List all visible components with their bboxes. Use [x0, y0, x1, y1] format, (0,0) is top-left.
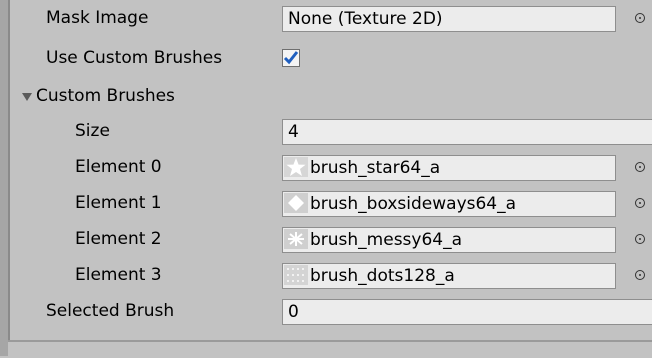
- element-3-picker-icon[interactable]: [635, 270, 645, 280]
- element-2-value: brush_messy64_a: [310, 230, 463, 250]
- element-2-label: Element 2: [75, 229, 162, 249]
- element-2-picker-icon[interactable]: [635, 234, 645, 244]
- checkmark-icon: [283, 51, 299, 65]
- element-2-row: Element 2 brush_messy64_a: [0, 225, 652, 255]
- element-1-picker-icon[interactable]: [635, 198, 645, 208]
- mask-image-label: Mask Image: [46, 8, 149, 28]
- element-2-field[interactable]: brush_messy64_a: [282, 227, 616, 253]
- custom-brushes-label: Custom Brushes: [36, 86, 175, 106]
- element-0-value: brush_star64_a: [310, 158, 441, 178]
- element-0-picker-icon[interactable]: [635, 162, 645, 172]
- size-row: Size 4: [0, 117, 652, 147]
- selected-brush-field[interactable]: 0: [282, 299, 652, 325]
- custom-brushes-foldout[interactable]: Custom Brushes: [0, 82, 652, 112]
- element-1-field[interactable]: brush_boxsideways64_a: [282, 191, 616, 217]
- element-3-field[interactable]: brush_dots128_a: [282, 263, 616, 289]
- element-3-label: Element 3: [75, 265, 162, 285]
- mask-image-picker-icon[interactable]: [635, 13, 645, 23]
- element-1-value: brush_boxsideways64_a: [310, 194, 517, 214]
- foldout-arrow-icon[interactable]: [22, 93, 32, 101]
- element-0-label: Element 0: [75, 157, 162, 177]
- size-label: Size: [75, 121, 110, 141]
- element-3-value: brush_dots128_a: [310, 266, 455, 286]
- element-1-row: Element 1 brush_boxsideways64_a: [0, 189, 652, 219]
- dots-thumbnail-icon: [284, 265, 308, 285]
- mask-image-field[interactable]: None (Texture 2D): [282, 6, 616, 32]
- use-custom-brushes-label: Use Custom Brushes: [46, 48, 223, 68]
- selected-brush-row: Selected Brush 0: [0, 297, 652, 327]
- size-field[interactable]: 4: [282, 119, 652, 145]
- selected-brush-label: Selected Brush: [46, 301, 175, 321]
- element-0-field[interactable]: brush_star64_a: [282, 155, 616, 181]
- element-1-label: Element 1: [75, 193, 162, 213]
- element-0-row: Element 0 brush_star64_a: [0, 153, 652, 183]
- inspector-bottom-bar: [8, 340, 652, 358]
- element-3-row: Element 3 brush_dots128_a: [0, 261, 652, 291]
- star-thumbnail-icon: [284, 157, 308, 177]
- use-custom-brushes-row: Use Custom Brushes: [0, 44, 652, 74]
- mask-image-row: Mask Image None (Texture 2D): [0, 4, 652, 34]
- diamond-thumbnail-icon: [284, 193, 308, 213]
- use-custom-brushes-checkbox[interactable]: [282, 49, 300, 67]
- messy-thumbnail-icon: [284, 229, 308, 249]
